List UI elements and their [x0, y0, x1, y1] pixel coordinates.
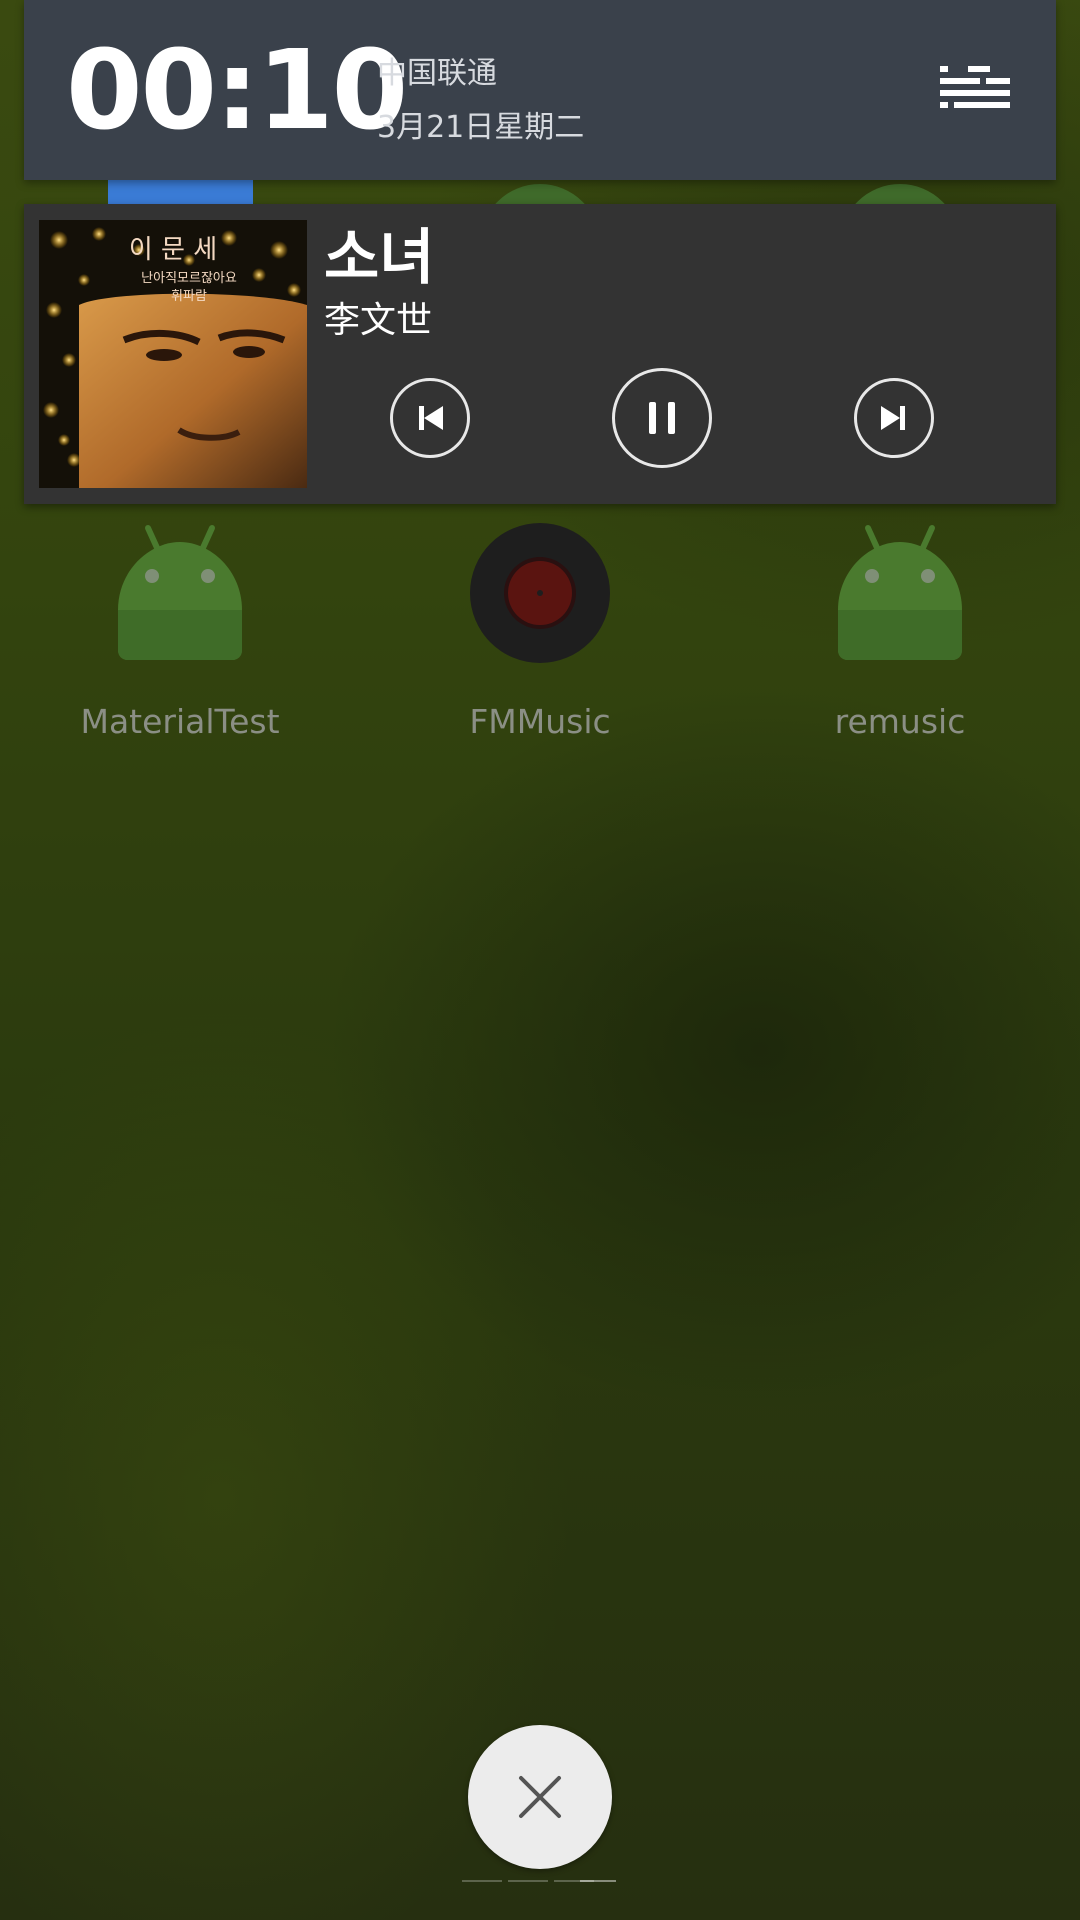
page-indicator: [462, 1880, 502, 1882]
clock: 00:10: [66, 26, 408, 154]
date-label: 3月21日星期二: [377, 110, 585, 145]
app-materialtest[interactable]: MaterialTest: [30, 520, 330, 760]
app-label: remusic: [834, 702, 966, 741]
peek-android-icon: [840, 178, 960, 204]
album-headline: 이 문 세: [129, 235, 217, 265]
pause-icon[interactable]: [612, 368, 712, 468]
page-indicator-active: [580, 1880, 616, 1882]
album-art: 이 문 세 난아직모르잖아요 휘파람: [39, 220, 307, 488]
close-icon: [519, 1776, 561, 1818]
vinyl-record-icon: [470, 520, 610, 665]
app-fmmusic[interactable]: FMMusic: [390, 520, 690, 760]
app-label: MaterialTest: [80, 702, 280, 741]
media-notification[interactable]: 이 문 세 난아직모르잖아요 휘파람 소녀 李文世: [24, 204, 1056, 504]
album-line1: 난아직모르잖아요: [141, 271, 237, 286]
song-title: 소녀: [324, 223, 435, 293]
peek-android-icon: [480, 178, 600, 204]
close-button[interactable]: [468, 1725, 612, 1869]
page-indicator: [508, 1880, 548, 1882]
album-line2: 휘파람: [171, 289, 207, 304]
app-label: FMMusic: [469, 702, 611, 741]
skip-previous-icon[interactable]: [390, 378, 470, 458]
status-header: 00:10 中国联通 3月21日星期二: [24, 0, 1056, 180]
app-remusic[interactable]: remusic: [750, 520, 1050, 760]
list-menu-icon[interactable]: [934, 55, 1014, 125]
peek-app-icon: [108, 178, 253, 204]
android-robot-icon: [830, 520, 970, 665]
song-artist: 李文世: [324, 300, 433, 341]
carrier-name: 中国联通: [377, 56, 497, 91]
skip-next-icon[interactable]: [854, 378, 934, 458]
android-robot-icon: [110, 520, 250, 665]
